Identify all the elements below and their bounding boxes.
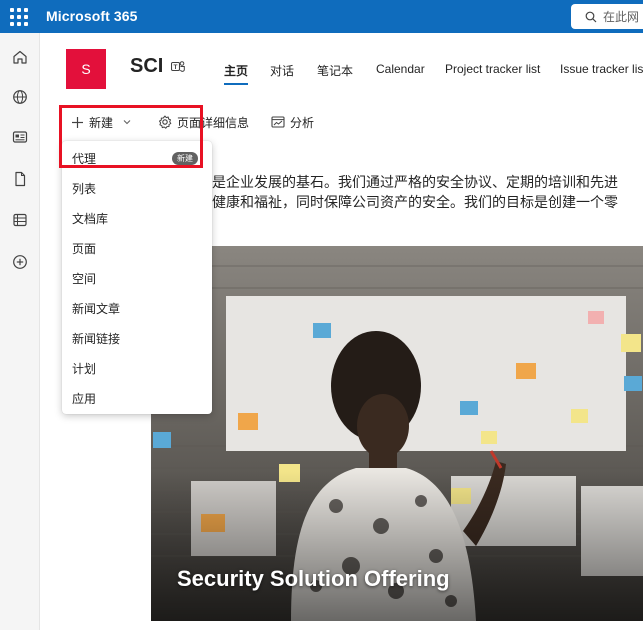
menu-item-news-link[interactable]: 新闻链接 bbox=[62, 323, 212, 353]
menu-item-label: 新闻文章 bbox=[72, 301, 121, 316]
menu-item-label: 应用 bbox=[72, 391, 97, 406]
menu-item-list[interactable]: 列表 bbox=[62, 173, 212, 203]
nav-item-home[interactable]: 主页 bbox=[224, 62, 248, 79]
svg-text:T: T bbox=[174, 64, 178, 71]
menu-item-label: 空间 bbox=[72, 271, 97, 286]
menu-item-news-post[interactable]: 新闻文章 bbox=[62, 293, 212, 323]
intro-line: 是企业发展的基石。我们通过严格的安全协议、定期的培训和先进 bbox=[212, 174, 618, 190]
menu-item-label: 文档库 bbox=[72, 211, 109, 226]
analytics-button[interactable]: 分析 bbox=[271, 113, 314, 131]
site-logo[interactable]: S bbox=[66, 49, 106, 89]
menu-item-space[interactable]: 空间 bbox=[62, 263, 212, 293]
teams-icon[interactable]: T bbox=[171, 60, 185, 74]
menu-item-plan[interactable]: 计划 bbox=[62, 353, 212, 383]
app-name[interactable]: Microsoft 365 bbox=[46, 8, 138, 24]
intro-line: 健康和福祉，同时保障公司资产的安全。我们的目标是创建一个零 bbox=[212, 194, 618, 210]
menu-item-label: 新闻链接 bbox=[72, 331, 121, 346]
menu-item-label: 页面 bbox=[72, 241, 97, 256]
menu-item-label: 列表 bbox=[72, 181, 97, 196]
menu-item-page[interactable]: 页面 bbox=[62, 233, 212, 263]
home-icon[interactable] bbox=[11, 48, 29, 66]
nav-item-project-tracker[interactable]: Project tracker list bbox=[445, 62, 540, 76]
nav-item-calendar[interactable]: Calendar bbox=[376, 62, 425, 76]
search-icon bbox=[585, 11, 597, 22]
left-rail bbox=[0, 33, 40, 630]
menu-item-app[interactable]: 应用 bbox=[62, 383, 212, 413]
hero-image bbox=[151, 246, 643, 621]
list-icon[interactable] bbox=[11, 211, 29, 229]
hero-banner[interactable]: Security Solution Offering bbox=[151, 246, 643, 621]
menu-item-label: 计划 bbox=[72, 361, 97, 376]
search-placeholder: 在此网 bbox=[603, 10, 640, 24]
intro-text: 是企业发展的基石。我们通过严格的安全协议、定期的培训和先进 健康和福祉，同时保障… bbox=[212, 172, 643, 212]
site-name[interactable]: SCI bbox=[130, 55, 163, 78]
file-icon[interactable] bbox=[11, 170, 29, 188]
highlight-annotation bbox=[59, 105, 203, 168]
analytics-icon bbox=[271, 116, 285, 128]
hero-title: Security Solution Offering bbox=[177, 566, 450, 591]
menu-item-document-library[interactable]: 文档库 bbox=[62, 203, 212, 233]
add-circle-icon[interactable] bbox=[11, 253, 29, 271]
suite-bar: Microsoft 365 在此网 bbox=[0, 0, 643, 33]
nav-item-issue-tracker[interactable]: Issue tracker list bbox=[560, 62, 643, 76]
nav-item-notebook[interactable]: 笔记本 bbox=[317, 62, 353, 79]
app-launcher-icon[interactable] bbox=[8, 6, 30, 28]
nav-item-conversations[interactable]: 对话 bbox=[270, 62, 294, 79]
analytics-label: 分析 bbox=[290, 115, 315, 130]
search-box[interactable]: 在此网 bbox=[571, 4, 643, 29]
new-dropdown-menu: 代理 新建 列表 文档库 页面 空间 新闻文章 新闻链接 计划 应用 bbox=[62, 141, 212, 414]
news-icon[interactable] bbox=[11, 128, 29, 146]
active-nav-indicator bbox=[224, 83, 248, 85]
globe-icon[interactable] bbox=[11, 88, 29, 106]
